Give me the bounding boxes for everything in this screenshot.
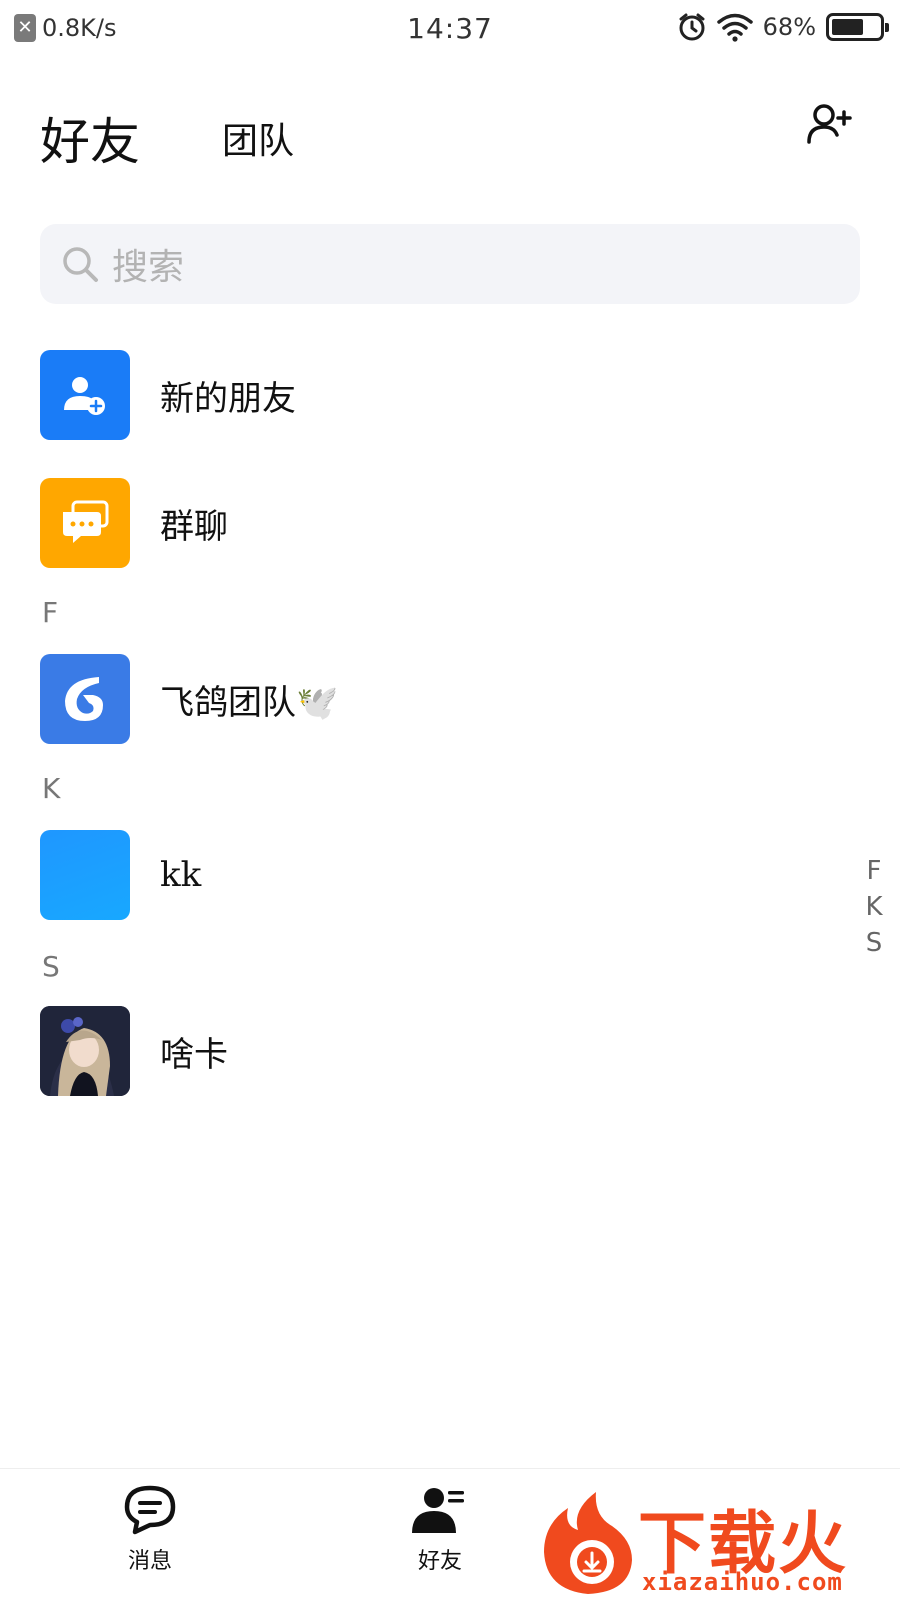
alphabet-index[interactable]: F K S — [862, 856, 886, 958]
contact-item[interactable]: 啥卡 — [40, 1006, 840, 1096]
feige-logo-icon — [40, 654, 130, 744]
status-right: 68% — [677, 12, 889, 42]
section-header-s: S — [42, 950, 60, 983]
watermark: 下载火 xiazaihuo.com — [538, 1484, 900, 1600]
battery-percent: 68% — [762, 13, 816, 41]
contact-name: 飞鸽团队🕊️ — [160, 682, 339, 723]
battery-icon — [826, 13, 889, 41]
tab-friends[interactable]: 好友 — [40, 102, 140, 174]
add-friend-icon[interactable] — [806, 102, 852, 148]
contact-name: 啥卡 — [160, 1034, 228, 1075]
watermark-url: xiazaihuo.com — [642, 1568, 843, 1596]
nav-messages-label: 消息 — [127, 1549, 172, 1574]
tab-teams[interactable]: 团队 — [222, 112, 294, 164]
contact-name: kk — [160, 855, 202, 895]
index-letter[interactable]: S — [866, 928, 883, 958]
blank-avatar — [40, 830, 130, 920]
nav-messages[interactable]: 消息 — [90, 1485, 210, 1575]
nav-friends-label: 好友 — [417, 1549, 462, 1574]
new-friend-icon — [40, 350, 130, 440]
battery-level — [832, 19, 864, 35]
friends-icon — [412, 1488, 464, 1533]
new-friends-item[interactable]: 新的朋友 — [40, 350, 840, 440]
header: 好友 团队 — [0, 88, 900, 178]
wifi-icon — [716, 13, 753, 42]
contact-item[interactable]: 飞鸽团队🕊️ — [40, 654, 840, 744]
message-icon — [124, 1485, 176, 1535]
group-chat-item[interactable]: 群聊 — [40, 478, 840, 568]
nav-friends[interactable]: 好友 — [380, 1485, 500, 1575]
search-bar[interactable]: 搜索 — [40, 224, 860, 304]
group-chat-icon — [40, 478, 130, 568]
flame-logo-icon — [544, 1492, 632, 1594]
anime-avatar — [40, 1006, 130, 1096]
search-icon — [63, 247, 98, 282]
group-chat-label: 群聊 — [160, 506, 228, 547]
status-bar: ✕ 0.8K/s 14:37 68% — [0, 0, 900, 64]
new-friends-label: 新的朋友 — [160, 378, 296, 419]
index-letter[interactable]: K — [865, 892, 882, 922]
section-header-k: K — [42, 772, 61, 805]
index-letter[interactable]: F — [867, 856, 882, 886]
contact-item[interactable]: kk — [40, 830, 840, 920]
search-placeholder: 搜索 — [112, 247, 185, 288]
section-header-f: F — [42, 596, 59, 629]
alarm-icon — [679, 13, 705, 41]
